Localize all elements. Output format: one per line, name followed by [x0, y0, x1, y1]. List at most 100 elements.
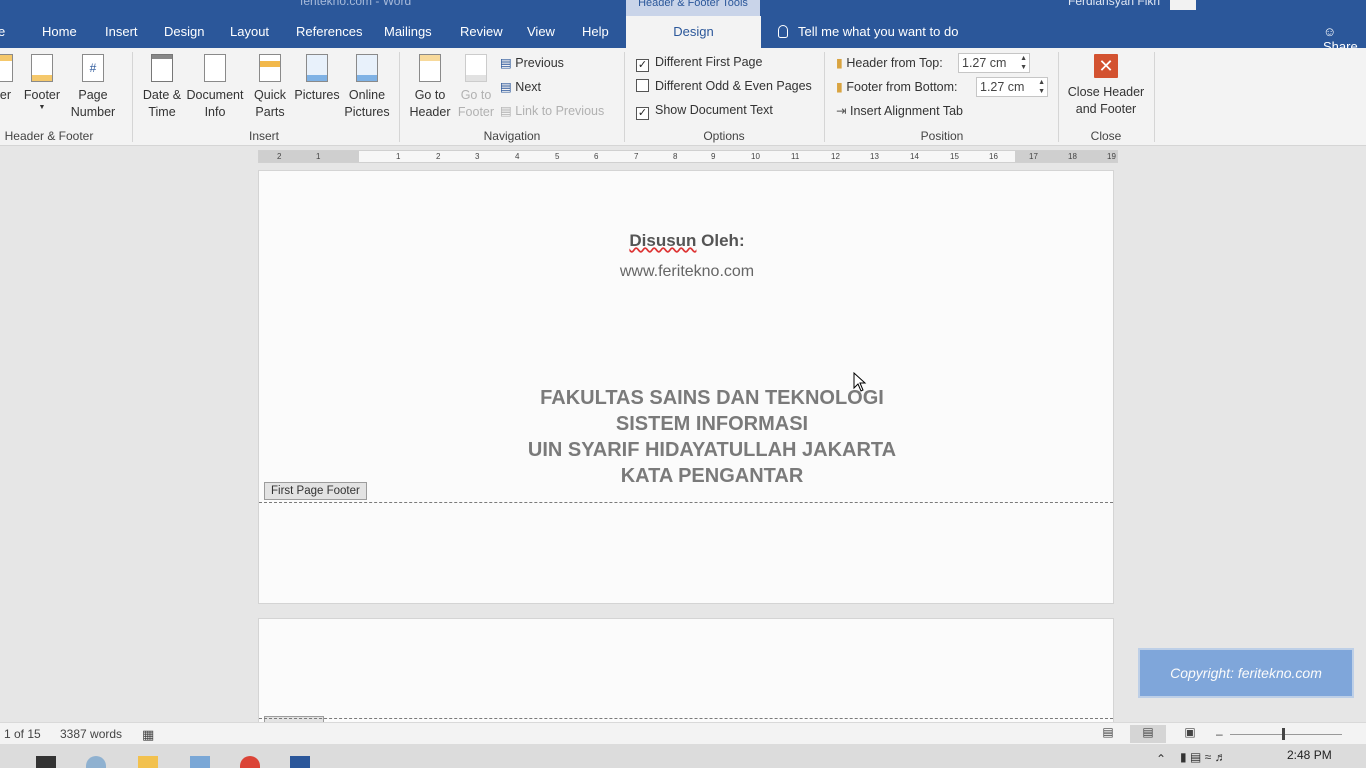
tab-review[interactable]: Review	[460, 24, 503, 39]
tab-file[interactable]: e	[0, 24, 5, 39]
group-divider	[132, 52, 133, 142]
first-page-footer-tag: First Page Footer	[264, 482, 367, 500]
horizontal-ruler[interactable]: 2 1 1 2 3 4 5 6 7 8 9 10 11 12 13 14 15 …	[258, 150, 1118, 163]
tray-icons[interactable]: ▮ ▤ ≈ ♬	[1180, 750, 1227, 764]
user-name[interactable]: Ferdiansyah Fikri	[1068, 0, 1160, 8]
tab-design[interactable]: Design	[164, 24, 204, 39]
go-to-footer-label: Go to Footer	[457, 88, 495, 119]
close-header-footer-label: Close Header and Footer	[1067, 85, 1145, 116]
date-time-button[interactable]: Date & Time	[138, 54, 186, 121]
spin-arrows-icon[interactable]: ▲ ▼	[1020, 54, 1027, 72]
different-first-page-checkbox[interactable]: ✓ Different First Page	[636, 55, 762, 72]
link-to-previous-button[interactable]: ▤ Link to Previous	[500, 103, 604, 118]
tab-references[interactable]: References	[296, 24, 362, 39]
header-from-top-input[interactable]: 1.27 cm ▲ ▼	[958, 53, 1030, 73]
tell-me-box[interactable]: Tell me what you want to do	[778, 24, 958, 39]
page-number-label: Page Number	[70, 88, 116, 119]
tab-header-footer-design[interactable]: Design	[626, 16, 761, 48]
ruler-tick: 4	[515, 152, 520, 161]
close-icon: ✕	[1094, 54, 1118, 78]
quick-parts-icon	[259, 54, 281, 82]
ruler-tick: 18	[1068, 152, 1077, 161]
previous-button[interactable]: ▤ Previous	[500, 55, 564, 70]
document-page[interactable]: Disusun Oleh: www.feritekno.com FAKULTAS…	[258, 170, 1114, 604]
file-explorer-icon[interactable]	[138, 756, 158, 768]
header-from-top-label: Header from Top:	[846, 56, 943, 70]
ribbon: der Footer ▼ # Page Number Header & Foot…	[0, 48, 1366, 146]
footer-boundary	[259, 502, 1113, 503]
page-number-button[interactable]: # Page Number	[64, 54, 122, 121]
online-pictures-button[interactable]: Online Pictures	[340, 54, 394, 121]
chrome-icon[interactable]	[240, 756, 260, 768]
tab-layout[interactable]: Layout	[230, 24, 269, 39]
picture-icon	[306, 54, 328, 82]
misspelled-word[interactable]: Disusun	[629, 231, 696, 250]
footer-from-bottom-input[interactable]: 1.27 cm ▲ ▼	[976, 77, 1048, 97]
tab-mailings[interactable]: Mailings	[384, 24, 432, 39]
insert-alignment-tab-label: Insert Alignment Tab	[849, 104, 963, 118]
previous-icon: ▤	[500, 56, 512, 70]
spin-arrows-icon[interactable]: ▲ ▼	[1038, 78, 1045, 96]
proofing-icon[interactable]: ▦	[142, 727, 154, 743]
go-to-footer-button[interactable]: Go to Footer	[454, 54, 498, 121]
footer-position-icon: ▮	[836, 80, 843, 94]
different-odd-even-checkbox[interactable]: Different Odd & Even Pages	[636, 79, 812, 93]
ruler-tick: 9	[711, 152, 716, 161]
word-icon[interactable]	[290, 756, 310, 768]
tab-home[interactable]: Home	[42, 24, 77, 39]
document-page-2[interactable]	[258, 618, 1114, 728]
ruler-tick: 3	[475, 152, 480, 161]
avatar[interactable]	[1170, 0, 1196, 10]
document-info-button[interactable]: Document Info	[184, 54, 246, 121]
ruler-tick: 7	[634, 152, 639, 161]
pictures-button[interactable]: Pictures	[292, 54, 342, 104]
show-document-text-label: Show Document Text	[655, 103, 773, 117]
document-line: FAKULTAS SAINS DAN TEKNOLOGI	[540, 387, 884, 409]
next-label: Next	[515, 80, 541, 94]
ruler-tick: 13	[870, 152, 879, 161]
group-label-options: Options	[703, 129, 745, 143]
group-divider	[1058, 52, 1059, 142]
zoom-out-icon[interactable]: –	[1216, 727, 1223, 741]
app-icon[interactable]	[190, 756, 210, 768]
ruler-tick: 17	[1029, 152, 1038, 161]
header-button[interactable]: der	[0, 54, 22, 104]
chevron-up-icon[interactable]: ⌃	[1156, 752, 1166, 766]
insert-alignment-tab-button[interactable]: ⇥ Insert Alignment Tab	[836, 103, 963, 118]
ruler-tick: 16	[989, 152, 998, 161]
paint-icon[interactable]	[86, 756, 106, 768]
tab-insert[interactable]: Insert	[105, 24, 138, 39]
read-mode-icon[interactable]: ▤	[1096, 725, 1120, 743]
footer-button[interactable]: Footer ▼	[22, 54, 62, 112]
copyright-watermark: Copyright: feritekno.com	[1138, 648, 1354, 698]
tab-help[interactable]: Help	[582, 24, 609, 39]
document-title: feritekno.com - Word	[300, 0, 412, 8]
different-odd-even-label: Different Odd & Even Pages	[655, 79, 812, 93]
group-label-header-footer: Header & Footer	[4, 129, 94, 143]
group-label-position: Position	[920, 129, 964, 143]
checkbox-checked-icon: ✓	[636, 107, 649, 120]
online-picture-icon	[356, 54, 378, 82]
word-count[interactable]: 3387 words	[60, 727, 122, 741]
web-layout-icon[interactable]: ▣	[1178, 725, 1202, 743]
footer-from-bottom-label: Footer from Bottom:	[846, 80, 958, 94]
header-from-top-value: 1.27 cm	[962, 56, 1007, 70]
show-document-text-checkbox[interactable]: ✓ Show Document Text	[636, 103, 773, 120]
go-to-header-button[interactable]: Go to Header	[406, 54, 454, 121]
close-header-footer-button[interactable]: ✕ Close Header and Footer	[1064, 54, 1148, 118]
page-count[interactable]: 1 of 15	[4, 727, 41, 741]
tab-view[interactable]: View	[527, 24, 555, 39]
zoom-slider-thumb[interactable]	[1282, 728, 1285, 740]
ruler-margin-left	[259, 151, 359, 162]
previous-label: Previous	[515, 56, 564, 70]
clock[interactable]: 2:48 PM	[1287, 748, 1332, 762]
quick-parts-button[interactable]: Quick Parts	[248, 54, 292, 121]
task-view-icon[interactable]	[36, 756, 56, 768]
group-label-navigation: Navigation	[483, 129, 541, 143]
next-button[interactable]: ▤ Next	[500, 79, 541, 94]
header-boundary	[259, 718, 1113, 719]
zoom-slider[interactable]	[1230, 734, 1342, 735]
ruler-tick: 12	[831, 152, 840, 161]
document-info-label: Document Info	[186, 88, 244, 119]
print-layout-icon[interactable]: ▤	[1130, 725, 1166, 743]
